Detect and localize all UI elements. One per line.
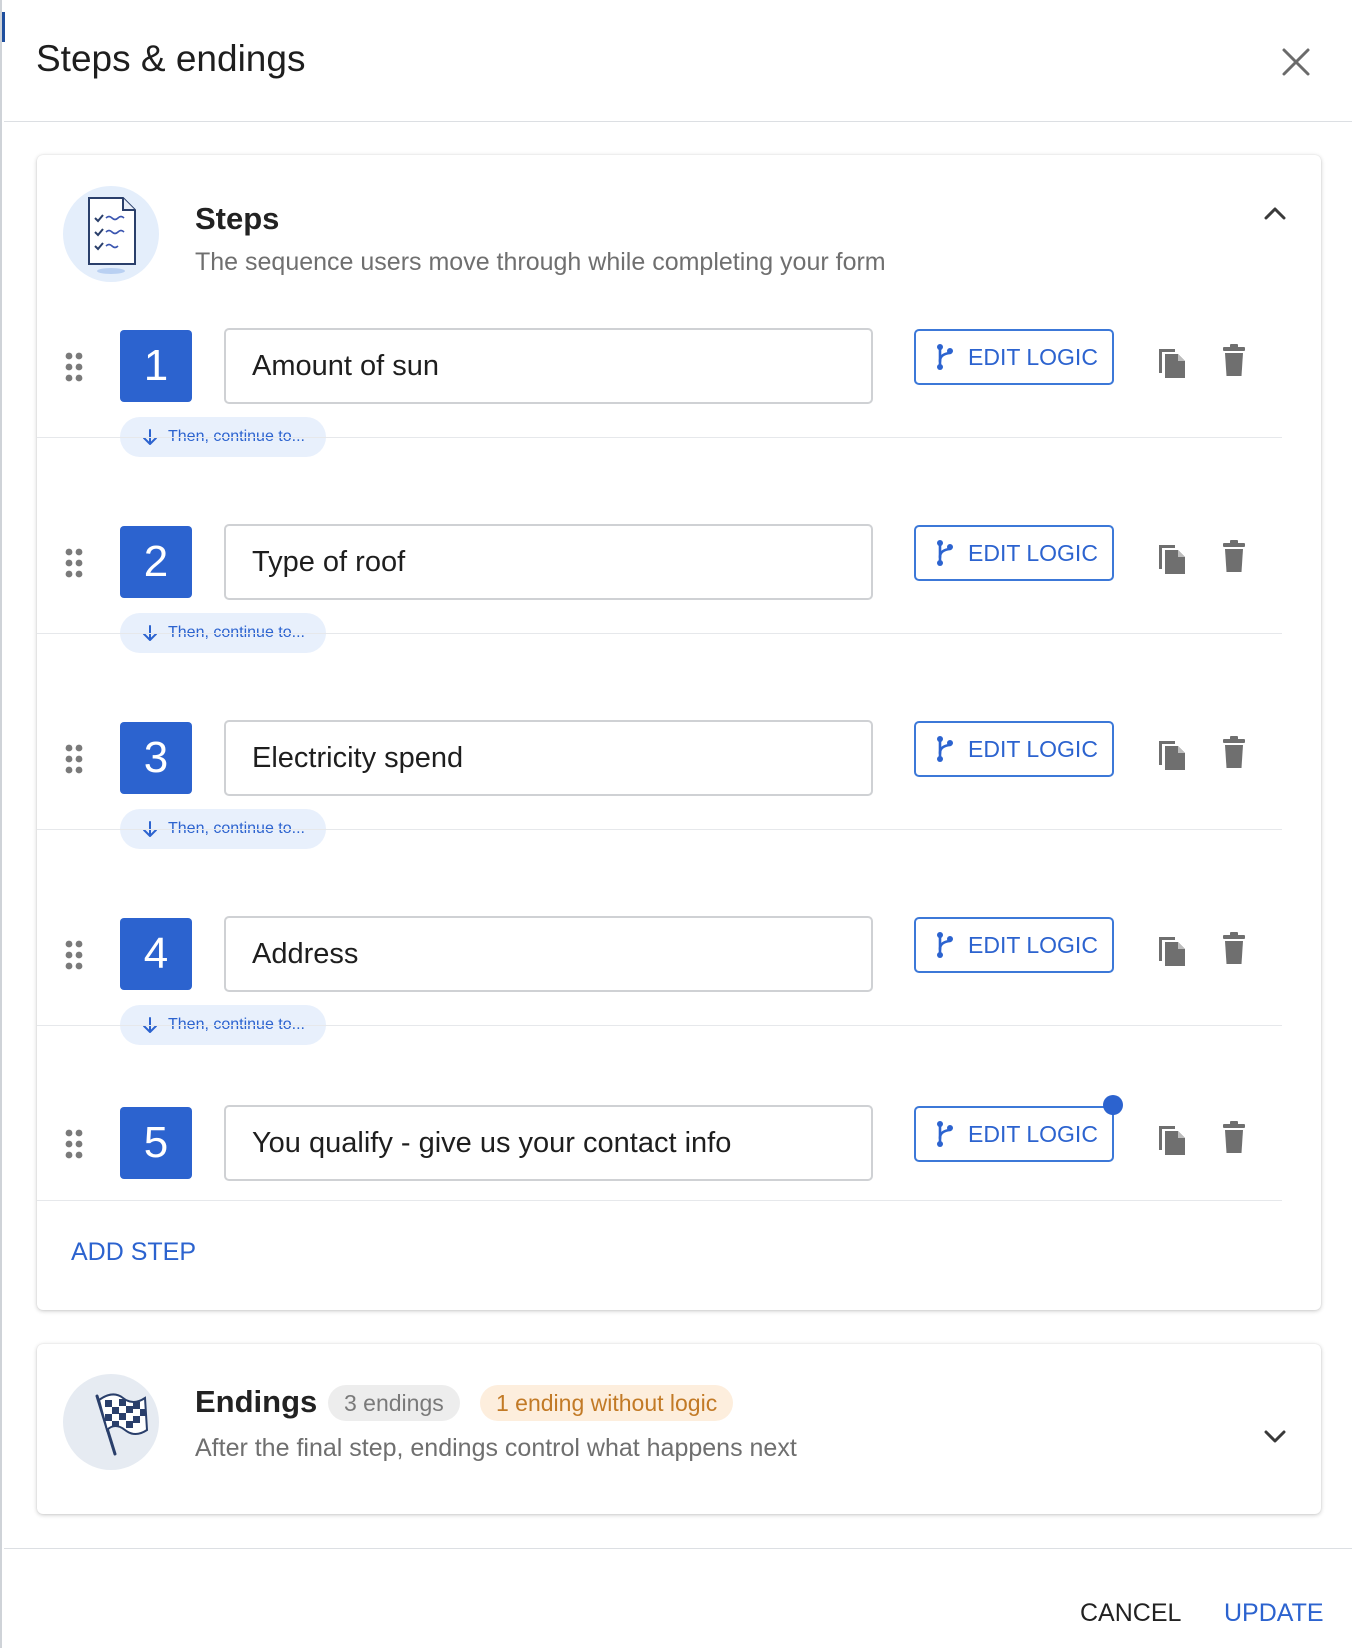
copy-icon <box>1159 937 1185 966</box>
step-divider <box>37 437 1282 438</box>
step-row: 1 EDIT LOGIC <box>37 328 1282 430</box>
chevron-up-icon <box>1264 207 1286 220</box>
trash-icon <box>1223 344 1245 376</box>
drag-handle-icon[interactable] <box>65 744 83 774</box>
notification-dot <box>1103 1095 1123 1115</box>
endings-title: Endings <box>195 1384 318 1419</box>
step-row: 3 EDIT LOGIC <box>37 720 1282 822</box>
update-button[interactable]: UPDATE <box>1224 1599 1324 1628</box>
step-number-badge: 1 <box>120 330 192 402</box>
drag-handle-icon[interactable] <box>65 940 83 970</box>
edit-logic-button[interactable]: EDIT LOGIC <box>914 721 1114 777</box>
step-name-input[interactable] <box>224 720 873 796</box>
checkered-flag-icon <box>63 1374 159 1470</box>
endings-warning-badge: 1 ending without logic <box>480 1385 734 1421</box>
trash-icon <box>1223 1121 1245 1153</box>
step-row: 4 EDIT LOGIC <box>37 916 1282 1018</box>
edit-logic-button[interactable]: EDIT LOGIC <box>914 1106 1114 1162</box>
cancel-button[interactable]: CANCEL <box>1080 1599 1181 1628</box>
endings-count-badge: 3 endings <box>328 1385 460 1421</box>
copy-icon <box>1159 741 1185 770</box>
endings-card: Endings 3 endings 1 ending without logic… <box>37 1344 1321 1514</box>
copy-icon <box>1159 1126 1185 1155</box>
step-number-badge: 2 <box>120 526 192 598</box>
branch-icon <box>937 736 953 762</box>
duplicate-step-button[interactable] <box>1155 1120 1189 1158</box>
edit-logic-label: EDIT LOGIC <box>968 735 1098 762</box>
dialog-footer: CANCEL UPDATE <box>4 1548 1352 1648</box>
branch-icon <box>937 1121 953 1147</box>
step-divider <box>37 829 1282 830</box>
duplicate-step-button[interactable] <box>1155 735 1189 773</box>
add-step-button[interactable]: ADD STEP <box>71 1238 196 1267</box>
step-row: 5 EDIT LOGIC <box>37 1095 1282 1207</box>
step-divider <box>37 1200 1282 1201</box>
step-row: 2 EDIT LOGIC <box>37 524 1282 626</box>
step-divider <box>37 1025 1282 1026</box>
close-button[interactable] <box>1274 40 1318 84</box>
duplicate-step-button[interactable] <box>1155 539 1189 577</box>
trash-icon <box>1223 736 1245 768</box>
edit-logic-button[interactable]: EDIT LOGIC <box>914 917 1114 973</box>
duplicate-step-button[interactable] <box>1155 931 1189 969</box>
edit-logic-label: EDIT LOGIC <box>968 931 1098 958</box>
edit-logic-label: EDIT LOGIC <box>968 1120 1098 1147</box>
endings-subtitle: After the final step, endings control wh… <box>195 1434 797 1462</box>
trash-icon <box>1223 932 1245 964</box>
duplicate-step-button[interactable] <box>1155 343 1189 381</box>
delete-step-button[interactable] <box>1219 735 1249 771</box>
branch-icon <box>937 344 953 370</box>
drag-handle-icon[interactable] <box>65 352 83 382</box>
edit-logic-label: EDIT LOGIC <box>968 539 1098 566</box>
delete-step-button[interactable] <box>1219 1120 1249 1156</box>
step-number-badge: 5 <box>120 1107 192 1179</box>
checklist-document-icon <box>63 186 159 282</box>
drag-handle-icon[interactable] <box>65 1129 83 1159</box>
steps-subtitle: The sequence users move through while co… <box>195 248 886 276</box>
trash-icon <box>1223 540 1245 572</box>
dialog-title: Steps & endings <box>36 38 306 79</box>
branch-icon <box>937 540 953 566</box>
step-number-badge: 4 <box>120 918 192 990</box>
delete-step-button[interactable] <box>1219 539 1249 575</box>
copy-icon <box>1159 545 1185 574</box>
step-name-input[interactable] <box>224 328 873 404</box>
delete-step-button[interactable] <box>1219 931 1249 967</box>
step-divider <box>37 633 1282 634</box>
step-name-input[interactable] <box>224 916 873 992</box>
chevron-down-icon <box>1264 1430 1286 1443</box>
steps-title: Steps <box>195 201 280 236</box>
step-name-input[interactable] <box>224 1105 873 1181</box>
dialog-header: Steps & endings <box>4 0 1352 122</box>
steps-endings-dialog: Steps & endings Steps The sequence users… <box>0 0 1352 1648</box>
drag-handle-icon[interactable] <box>65 548 83 578</box>
expand-endings-button[interactable] <box>1257 1418 1293 1454</box>
close-icon <box>1282 48 1310 76</box>
step-number-badge: 3 <box>120 722 192 794</box>
step-name-input[interactable] <box>224 524 873 600</box>
edit-logic-button[interactable]: EDIT LOGIC <box>914 525 1114 581</box>
edit-logic-button[interactable]: EDIT LOGIC <box>914 329 1114 385</box>
steps-card: Steps The sequence users move through wh… <box>37 155 1321 1310</box>
copy-icon <box>1159 349 1185 378</box>
delete-step-button[interactable] <box>1219 343 1249 379</box>
collapse-steps-button[interactable] <box>1257 195 1293 231</box>
branch-icon <box>937 932 953 958</box>
edit-logic-label: EDIT LOGIC <box>968 343 1098 370</box>
